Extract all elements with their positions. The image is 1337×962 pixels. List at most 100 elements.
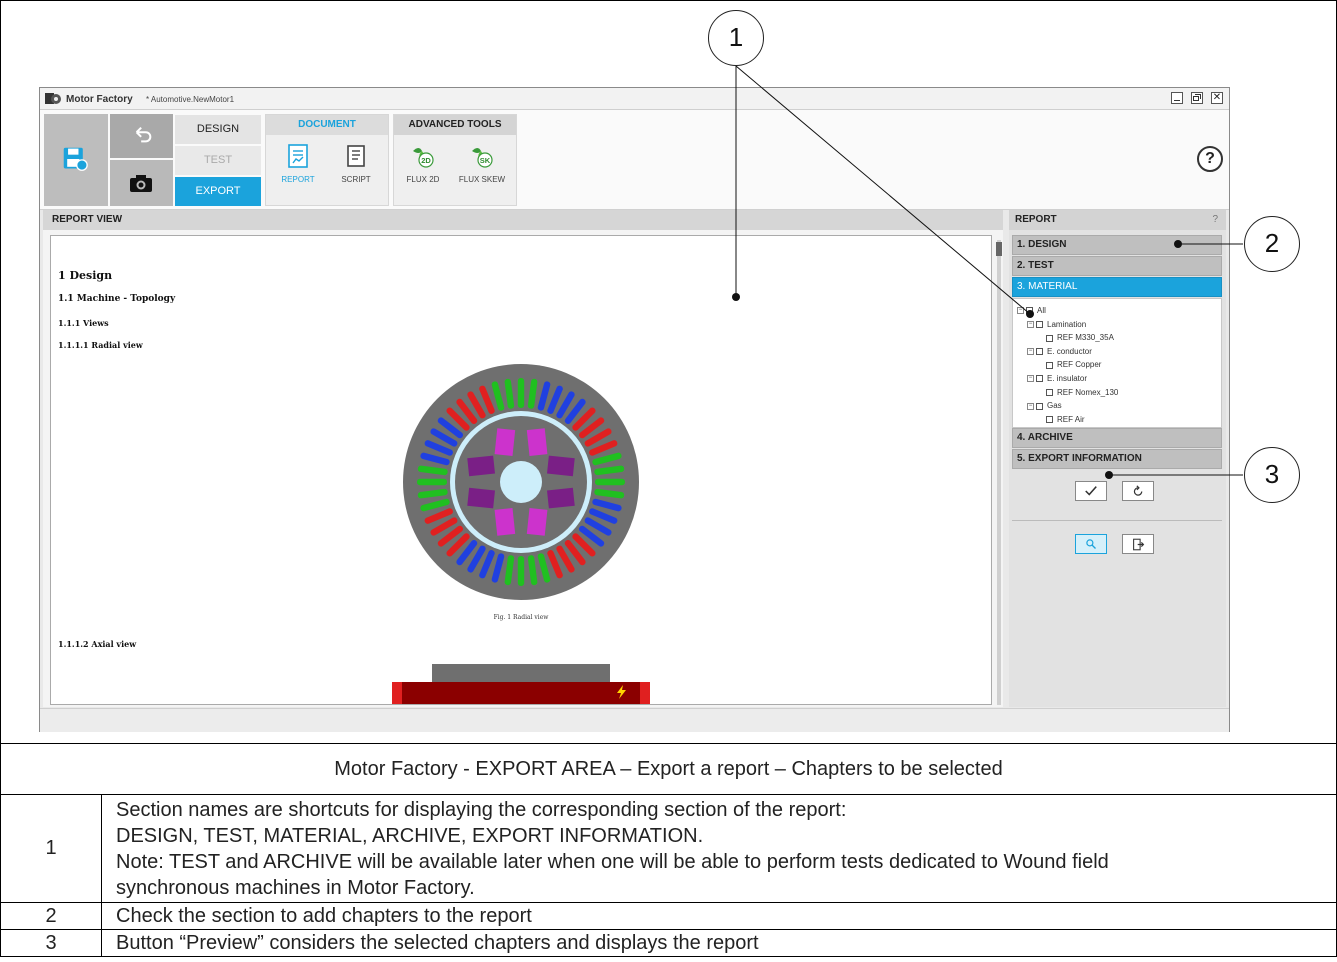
report-document[interactable]: 1 Design 1.1 Machine - Topology 1.1.1 Vi… <box>50 235 992 705</box>
tree-expander-icon[interactable]: − <box>1027 320 1034 328</box>
script-icon <box>347 145 365 167</box>
project-name: * Automotive.NewMotor1 <box>146 95 235 104</box>
section-test[interactable]: 2. TEST <box>1012 256 1222 276</box>
tree-item[interactable]: REF M330_35A <box>1037 332 1114 343</box>
tab-export[interactable]: EXPORT <box>175 177 261 206</box>
flux-2d-label: FLUX 2D <box>406 175 440 184</box>
figure-caption-row: Motor Factory - EXPORT AREA – Export a r… <box>0 743 1337 794</box>
legend-line: Section names are shortcuts for displayi… <box>116 798 847 821</box>
rotor-magnet <box>526 507 548 536</box>
tree-checkbox[interactable] <box>1036 375 1043 383</box>
rotor-magnet <box>494 428 516 457</box>
legend-number: 2 <box>0 902 102 930</box>
tree-item[interactable]: REF Copper <box>1037 359 1101 370</box>
figure-stage: Motor Factory * Automotive.NewMotor1 ✕ D… <box>0 0 1337 962</box>
tab-design[interactable]: DESIGN <box>175 115 261 144</box>
legend-number: 3 <box>0 929 102 957</box>
ribbon: DESIGN TEST EXPORT DOCUMENT REPORT SCRIP… <box>40 110 1229 210</box>
tree-item[interactable]: − Gas <box>1027 400 1062 411</box>
legend-number: 1 <box>0 794 102 903</box>
tree-expander-icon[interactable]: − <box>1017 307 1024 315</box>
status-bar <box>40 708 1229 732</box>
tree-item[interactable]: − E. insulator <box>1027 373 1087 384</box>
side-divider <box>1012 520 1222 521</box>
app-window: Motor Factory * Automotive.NewMotor1 ✕ D… <box>39 87 1230 732</box>
side-panel-title-text: REPORT <box>1015 214 1057 225</box>
tree-checkbox[interactable] <box>1046 388 1053 396</box>
legend-description: Button “Preview” considers the selected … <box>101 929 1337 957</box>
check-icon <box>1085 486 1097 496</box>
rotor-magnet <box>467 455 496 477</box>
tree-checkbox[interactable] <box>1036 348 1043 356</box>
tree-item-label: Gas <box>1047 401 1062 411</box>
app-name: Motor Factory <box>66 94 133 105</box>
report-view-title: REPORT VIEW <box>43 210 1003 230</box>
rotor-magnet <box>526 428 548 457</box>
export-report-button[interactable] <box>1122 534 1154 554</box>
rotor-magnet <box>494 507 516 536</box>
report-tool-label: REPORT <box>281 175 315 184</box>
refresh-icon <box>1133 485 1142 496</box>
minimize-icon[interactable] <box>1171 92 1183 104</box>
doc-heading-1: 1 Design <box>58 269 113 282</box>
script-tool-button[interactable]: SCRIPT <box>328 143 384 184</box>
figure-caption: Fig. 1 Radial view <box>493 614 549 621</box>
tree-item[interactable]: REF Air <box>1037 414 1085 425</box>
save-button[interactable] <box>44 114 108 206</box>
callout-2-dot <box>1174 240 1182 248</box>
title-bar: Motor Factory * Automotive.NewMotor1 ✕ <box>40 88 1229 110</box>
callout-1: 1 <box>708 10 764 66</box>
side-help-icon[interactable]: ? <box>1212 210 1218 230</box>
legend-line: synchronous machines in Motor Factory. <box>116 876 475 899</box>
tree-item[interactable]: − E. conductor <box>1027 346 1092 357</box>
motor-factory-logo-icon <box>45 93 61 104</box>
help-icon[interactable]: ? <box>1197 146 1223 172</box>
section-archive[interactable]: 4. ARCHIVE <box>1012 428 1222 448</box>
tree-checkbox[interactable] <box>1046 416 1053 424</box>
tree-expander-icon[interactable]: − <box>1027 348 1034 356</box>
report-scrollbar-thumb[interactable] <box>996 242 1002 256</box>
preview-button[interactable] <box>1075 481 1107 501</box>
axial-view-rotor <box>392 682 650 704</box>
document-group-title: DOCUMENT <box>266 115 388 135</box>
legend-table: 1 Section names are shortcuts for displa… <box>0 794 1337 957</box>
rotor-magnet <box>546 487 575 509</box>
camera-icon <box>130 175 152 192</box>
export-icon <box>1132 538 1144 551</box>
axial-view-stator <box>432 664 610 682</box>
report-tool-button[interactable]: REPORT <box>270 143 326 184</box>
section-material[interactable]: 3. MATERIAL <box>1012 277 1222 297</box>
callout-1-dot-b <box>1026 310 1034 318</box>
restore-icon[interactable] <box>1191 92 1203 104</box>
reset-button[interactable] <box>1122 481 1154 501</box>
tree-checkbox[interactable] <box>1036 320 1043 328</box>
tree-expander-icon[interactable]: − <box>1027 375 1034 383</box>
flux-2d-button[interactable]: 2D FLUX 2D <box>395 143 451 184</box>
tree-checkbox[interactable] <box>1046 334 1053 342</box>
undo-button[interactable] <box>110 114 173 158</box>
section-design[interactable]: 1. DESIGN <box>1012 235 1222 255</box>
lightning-icon <box>617 685 626 699</box>
screenshot-button[interactable] <box>110 160 173 206</box>
report-view-panel: REPORT VIEW 1 Design 1.1 Machine - Topol… <box>43 210 1003 707</box>
tree-checkbox[interactable] <box>1036 402 1043 410</box>
report-scrollbar[interactable] <box>997 240 1001 705</box>
flux-skew-button[interactable]: SK FLUX SKEW <box>454 143 510 184</box>
tree-item[interactable]: REF Nomex_130 <box>1037 387 1118 398</box>
legend-line: DESIGN, TEST, MATERIAL, ARCHIVE, EXPORT … <box>116 824 704 847</box>
tree-checkbox[interactable] <box>1046 361 1053 369</box>
zoom-preview-button[interactable] <box>1075 534 1107 554</box>
callout-3: 3 <box>1244 447 1300 503</box>
close-icon[interactable]: ✕ <box>1211 92 1223 104</box>
tree-item-label: All <box>1037 306 1046 315</box>
section-export-information[interactable]: 5. EXPORT INFORMATION <box>1012 449 1222 469</box>
legend-row-3: 3 Button “Preview” considers the selecte… <box>0 929 1337 957</box>
tree-expander-icon[interactable]: − <box>1027 402 1034 410</box>
tree-item-label: REF Nomex_130 <box>1057 387 1119 397</box>
stator-slot <box>595 478 625 486</box>
tab-test[interactable]: TEST <box>175 146 261 175</box>
callout-2: 2 <box>1244 216 1300 272</box>
flux-skew-icon: SK <box>472 148 493 168</box>
tree-item[interactable]: − Lamination <box>1027 319 1086 330</box>
magnifier-icon <box>1086 539 1096 549</box>
